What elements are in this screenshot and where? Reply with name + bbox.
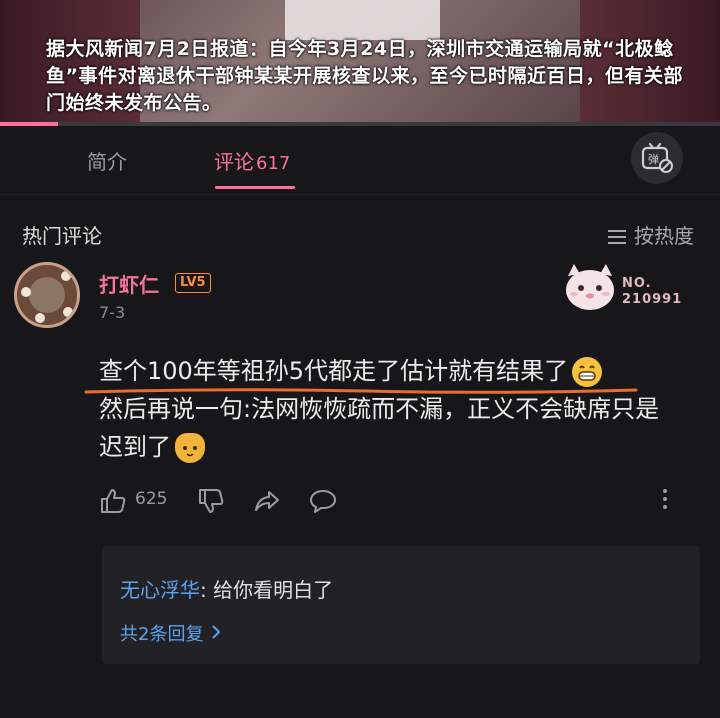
replies-count-label: 共2条回复 — [120, 624, 204, 645]
sort-by-heat-button[interactable]: 按热度 — [608, 220, 694, 250]
fan-badge-no-value: 210991 — [622, 292, 683, 307]
comment-body: 查个100年等祖孙5代都走了估计就有结果了 然后再说一句:法网恢恢疏而不漏，正义… — [99, 352, 669, 466]
reply-separator: : — [200, 578, 214, 602]
avatar-decoration — [61, 271, 71, 281]
avatar-decoration — [35, 313, 45, 323]
active-tab-indicator — [215, 186, 295, 189]
comment-actions: 625 — [99, 485, 679, 515]
video-subtitle: 据大风新闻7月2日报道：自今年3月24日，深圳市交通运输局就“北极鲶鱼”事件对离… — [46, 38, 683, 114]
fan-badge-number: NO. 210991 — [622, 276, 682, 308]
like-icon — [101, 489, 126, 513]
reply-item: 无心浮华: 给你看明白了 — [120, 574, 333, 603]
danmaku-off-icon: 弹 — [641, 142, 673, 173]
chevron-right-icon — [211, 624, 221, 645]
reply-button[interactable] — [309, 487, 337, 519]
svg-text:弹: 弹 — [648, 152, 659, 166]
tab-comments-count: 617 — [256, 153, 291, 174]
reply-text: 给你看明白了 — [213, 578, 334, 602]
share-icon — [255, 491, 279, 511]
reply-preview[interactable]: 无心浮华: 给你看明白了 共2条回复 — [102, 546, 700, 664]
avatar-decoration — [21, 287, 31, 297]
tab-comments[interactable]: 评论 617 — [214, 146, 290, 175]
reply-username[interactable]: 无心浮华 — [120, 578, 200, 602]
grin-emoji-icon — [572, 357, 603, 387]
share-button[interactable] — [253, 487, 281, 519]
dislike-button[interactable] — [197, 487, 225, 519]
video-frame-note — [285, 0, 440, 40]
sort-label: 按热度 — [634, 224, 694, 248]
level-badge: LV5 — [175, 273, 211, 293]
tab-intro[interactable]: 简介 — [87, 146, 127, 175]
avatar-decoration — [63, 307, 73, 317]
more-options-button[interactable] — [661, 487, 669, 515]
like-button[interactable] — [99, 487, 127, 519]
comment-line-1: 查个100年等祖孙5代都走了估计就有结果了 — [99, 352, 669, 390]
fan-badge-no-label: NO. — [622, 276, 652, 291]
avatar[interactable] — [14, 262, 80, 328]
video-player[interactable]: 据大风新闻7月2日报道：自今年3月24日，深圳市交通运输局就“北极鲶鱼”事件对离… — [0, 0, 720, 126]
danmaku-toggle-button[interactable]: 弹 — [631, 132, 683, 184]
fan-badge-icon — [566, 264, 614, 310]
fan-badge[interactable] — [560, 260, 620, 312]
comment-line-2: 然后再说一句:法网恢恢疏而不漏，正义不会缺席只是迟到了 — [99, 390, 669, 466]
dislike-icon — [199, 489, 224, 513]
view-all-replies-link[interactable]: 共2条回复 — [120, 620, 221, 646]
comment-username[interactable]: 打虾仁 — [99, 269, 159, 298]
more-icon — [663, 489, 667, 509]
hot-comments-heading: 热门评论 — [22, 224, 102, 248]
comment-date: 7-3 — [99, 303, 126, 322]
tab-comments-label: 评论 — [214, 150, 254, 174]
reply-icon — [310, 490, 336, 513]
comment-text-1: 查个100年等祖孙5代都走了估计就有结果了 — [99, 357, 569, 385]
avatar-image — [29, 277, 65, 313]
cat-emoji-icon — [175, 433, 205, 463]
tab-bar: 简介 评论 617 — [0, 126, 720, 195]
like-count: 625 — [135, 489, 168, 509]
sort-icon — [608, 226, 626, 250]
